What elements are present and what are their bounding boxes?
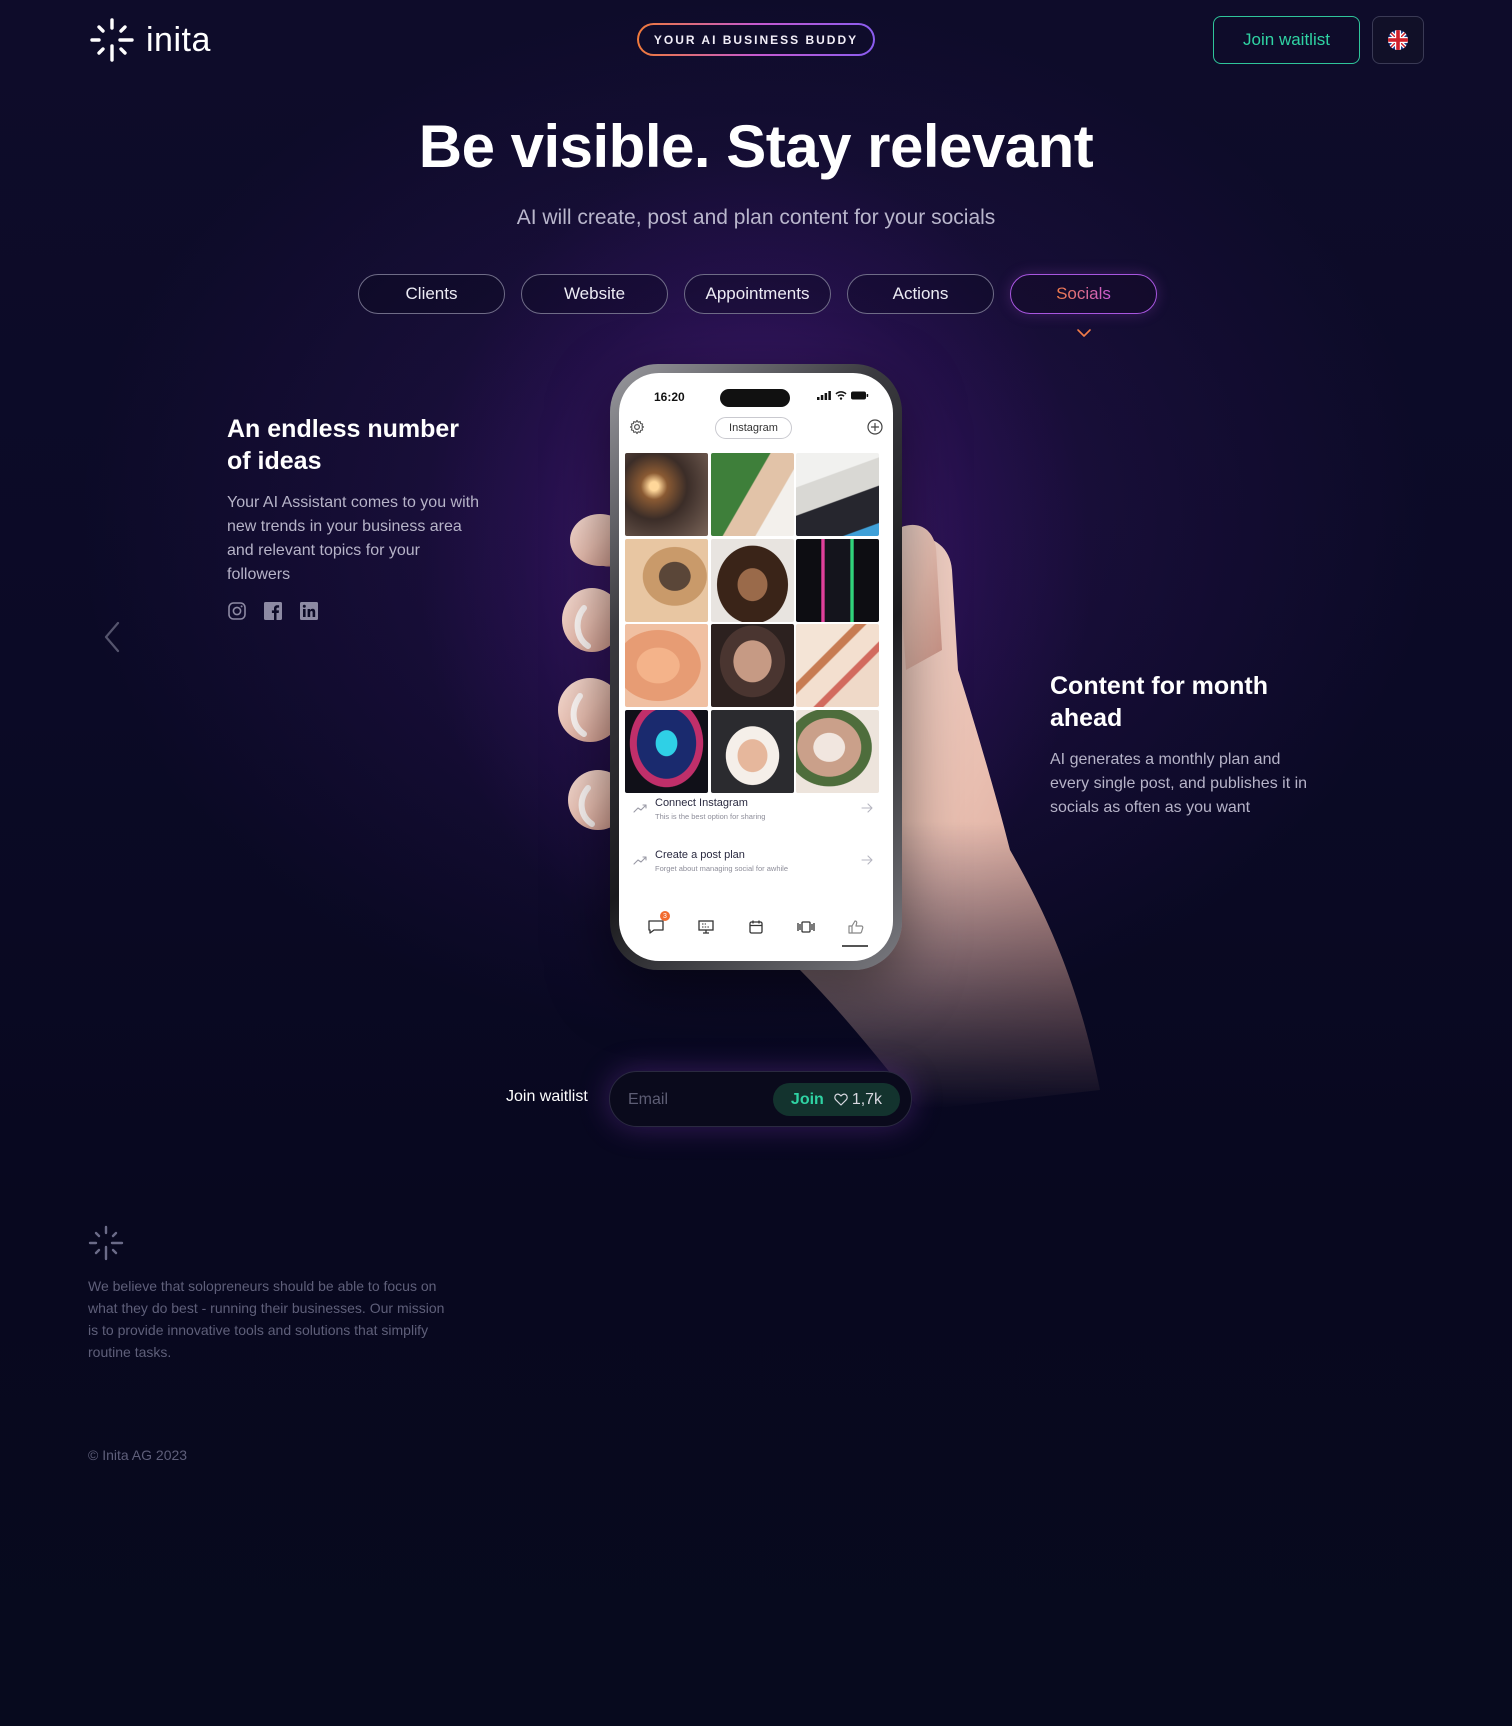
waitlist-count: 1,7k [834,1091,882,1109]
phone-mockup: 16:20 Instagram Connect Instagram This i… [610,364,902,970]
language-switcher[interactable] [1372,16,1424,64]
dynamic-island [720,389,790,407]
post-thumbnail[interactable] [625,538,708,622]
chevron-down-icon [1077,329,1091,337]
platform-chip[interactable]: Instagram [715,417,792,439]
active-tab-indicator [842,945,868,947]
phone-screen: 16:20 Instagram Connect Instagram This i… [619,373,893,961]
hero-subtitle: AI will create, post and plan content fo… [516,206,996,229]
tagline-text: YOUR AI BUSINESS BUDDY [639,25,873,54]
post-thumbnail[interactable] [710,538,794,622]
trend-arrow-icon [633,856,647,865]
signal-icon [817,391,831,400]
status-time: 16:20 [654,390,685,404]
logo[interactable]: inita [88,16,211,64]
feature-description: AI generates a monthly plan and every si… [1050,751,1308,816]
add-post-icon[interactable] [867,419,883,435]
post-thumbnail[interactable] [625,453,708,536]
post-thumbnail[interactable] [710,709,794,793]
tab-website[interactable]: Website [521,274,668,314]
instagram-icon[interactable] [227,601,247,621]
footer-copyright: © Inita AG 2023 [88,1447,188,1463]
footer-mission: We believe that solopreneurs should be a… [88,1278,445,1360]
status-icons [817,391,869,400]
uk-flag-icon [1388,30,1408,50]
social-icons [227,601,487,621]
footer-logo-icon [88,1225,124,1261]
feature-ideas: An endless number of ideas Your AI Assis… [227,413,487,621]
action-subtitle: Forget about managing social for awhile [655,864,788,873]
facebook-icon[interactable] [263,601,283,621]
post-thumbnail[interactable] [796,453,879,536]
feature-month-content: Content for month ahead AI generates a m… [1050,670,1310,820]
arrow-right-icon [861,855,873,865]
join-button[interactable]: Join 1,7k [773,1083,900,1116]
hero-title: Be visible. Stay relevant [418,113,1094,180]
tab-label: Website [563,284,626,303]
wifi-icon [835,391,847,400]
join-waitlist-button[interactable]: Join waitlist [1213,16,1360,64]
app-header: Instagram [619,417,893,441]
post-grid [625,453,881,793]
post-thumbnail[interactable] [710,453,794,536]
chat-icon[interactable]: 3 [644,911,670,939]
tab-socials[interactable]: Socials [1010,274,1157,314]
phone-tabbar: 3 [619,903,893,961]
carousel-icon[interactable] [794,915,818,939]
waitlist-label: Join waitlist [506,1088,588,1105]
tab-actions[interactable]: Actions [847,274,994,314]
action-title: Connect Instagram [655,797,748,809]
linkedin-icon[interactable] [299,601,319,621]
tab-label: Clients [405,284,458,303]
feature-description: Your AI Assistant comes to you with new … [227,494,479,583]
tagline-badge: YOUR AI BUSINESS BUDDY [637,23,875,56]
tab-label: Actions [892,284,949,303]
feature-tabs: Clients Website Appointments Actions Soc… [358,274,1157,314]
create-post-plan-action[interactable]: Create a post plan Forget about managing… [633,845,873,885]
connect-instagram-action[interactable]: Connect Instagram This is the best optio… [633,793,873,833]
calendar-icon[interactable] [744,915,768,939]
status-bar: 16:20 [619,389,893,407]
action-subtitle: This is the best option for sharing [655,812,766,821]
battery-icon [851,391,869,400]
tab-label: Socials [1056,284,1111,303]
post-thumbnail[interactable] [796,538,879,622]
logo-text: inita [146,20,211,59]
waitlist-form: Join 1,7k [609,1071,912,1127]
gear-icon[interactable] [629,419,645,435]
notification-badge: 3 [660,911,670,921]
logo-mark-icon [90,18,134,62]
trend-arrow-icon [633,804,647,813]
post-thumbnail[interactable] [796,624,879,707]
heart-icon [834,1093,848,1106]
post-thumbnail[interactable] [625,709,708,793]
count-value: 1,7k [851,1090,883,1108]
tab-appointments[interactable]: Appointments [684,274,831,314]
action-title: Create a post plan [655,849,745,861]
arrow-right-icon [861,803,873,813]
feature-title: An endless number of ideas [227,415,459,475]
feature-title: Content for month ahead [1050,672,1269,732]
thumbs-up-icon[interactable] [842,915,868,947]
chevron-left-icon[interactable] [100,620,124,654]
post-thumbnail[interactable] [625,624,708,707]
join-label: Join [790,1090,824,1108]
presentation-icon[interactable] [694,915,718,939]
post-thumbnail[interactable] [710,624,794,707]
tab-clients[interactable]: Clients [358,274,505,314]
email-input[interactable] [628,1086,758,1114]
tab-label: Appointments [705,284,810,303]
post-thumbnail[interactable] [796,709,879,793]
